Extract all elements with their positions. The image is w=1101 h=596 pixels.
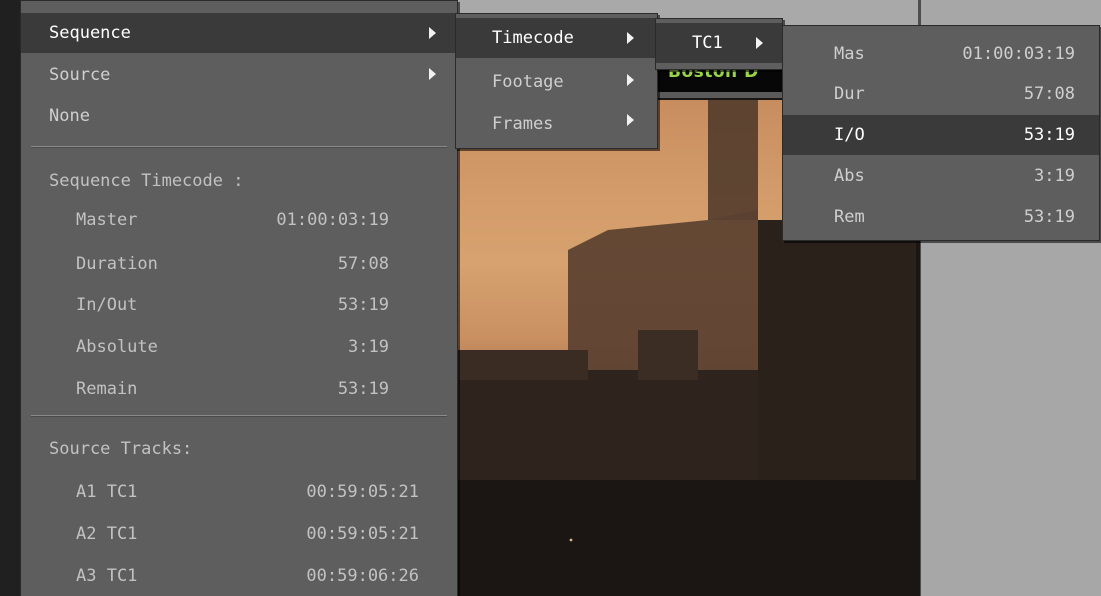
timecode-context-menu: Sequence Source None Sequence Timecode :… — [20, 0, 458, 596]
timecode-submenu: TC1 — [655, 18, 783, 70]
tc1-item-abs-label: Abs — [834, 166, 865, 186]
sequence-timecode-header: Sequence Timecode : — [49, 171, 244, 191]
chevron-right-icon — [429, 27, 436, 39]
source-track-a3-value: 00:59:06:26 — [306, 566, 419, 586]
tc1-item-io-value: 53:19 — [1023, 125, 1075, 145]
tc1-item-dur[interactable]: Dur 57:08 — [783, 74, 1099, 114]
tc1-item-abs[interactable]: Abs 3:19 — [783, 156, 1099, 196]
tc1-item-mas[interactable]: Mas 01:00:03:19 — [783, 34, 1099, 74]
tc1-item-rem-value: 53:19 — [1023, 207, 1075, 227]
sequence-duration-label: Duration — [76, 254, 158, 274]
menu-item-timecode-label: Timecode — [492, 28, 574, 48]
source-track-a2-label: A2 TC1 — [76, 524, 138, 544]
tc1-item-dur-label: Dur — [834, 84, 865, 104]
tc1-item-rem[interactable]: Rem 53:19 — [783, 197, 1099, 237]
chevron-right-icon — [429, 68, 436, 80]
chevron-right-icon — [627, 74, 634, 86]
menu-separator — [31, 415, 447, 417]
source-track-a1-value: 00:59:05:21 — [306, 482, 419, 502]
tc1-item-abs-value: 3:19 — [1034, 166, 1075, 186]
tc1-item-io[interactable]: I/O 53:19 — [783, 115, 1099, 155]
tc1-submenu: Mas 01:00:03:19 Dur 57:08 I/O 53:19 Abs … — [782, 25, 1100, 241]
menu-item-source[interactable]: Source — [21, 55, 457, 95]
source-track-a2-value: 00:59:05:21 — [306, 524, 419, 544]
sequence-absolute-value: 3:19 — [348, 337, 389, 357]
left-edge-panel — [0, 0, 22, 596]
menu-item-footage-label: Footage — [492, 72, 564, 92]
app-window: Boston D Sequence Source None Sequence T… — [0, 0, 1101, 596]
sequence-absolute-label: Absolute — [76, 337, 158, 357]
timecode-display-underbar — [658, 92, 788, 98]
tc1-item-rem-label: Rem — [834, 207, 865, 227]
tc1-item-dur-value: 57:08 — [1023, 84, 1075, 104]
sequence-duration-value: 57:08 — [337, 254, 389, 274]
sequence-master-value: 01:00:03:19 — [276, 210, 389, 230]
menu-item-tc1[interactable]: TC1 — [656, 23, 782, 63]
menu-item-tc1-label: TC1 — [692, 33, 723, 53]
menu-item-sequence-label: Sequence — [49, 23, 131, 43]
sequence-inout-label: In/Out — [76, 295, 138, 315]
sequence-submenu: Timecode Footage Frames — [455, 13, 658, 149]
sequence-remain-value: 53:19 — [337, 379, 389, 399]
chevron-right-icon — [627, 32, 634, 44]
menu-item-sequence[interactable]: Sequence — [21, 13, 457, 53]
sequence-inout-value: 53:19 — [337, 295, 389, 315]
menu-separator — [31, 146, 447, 148]
chevron-right-icon — [627, 114, 634, 126]
chevron-right-icon — [756, 37, 763, 49]
sequence-master-label: Master — [76, 210, 138, 230]
menu-item-none[interactable]: None — [21, 96, 457, 136]
source-track-a3-label: A3 TC1 — [76, 566, 138, 586]
tc1-item-mas-label: Mas — [834, 44, 865, 64]
menu-item-none-label: None — [49, 106, 90, 126]
sequence-remain-label: Remain — [76, 379, 138, 399]
tc1-item-mas-value: 01:00:03:19 — [962, 44, 1075, 64]
menu-item-source-label: Source — [49, 65, 111, 85]
menu-item-frames-label: Frames — [492, 114, 554, 134]
source-tracks-header: Source Tracks: — [49, 439, 193, 459]
source-track-a1-label: A1 TC1 — [76, 482, 138, 502]
tc1-item-io-label: I/O — [834, 125, 865, 145]
